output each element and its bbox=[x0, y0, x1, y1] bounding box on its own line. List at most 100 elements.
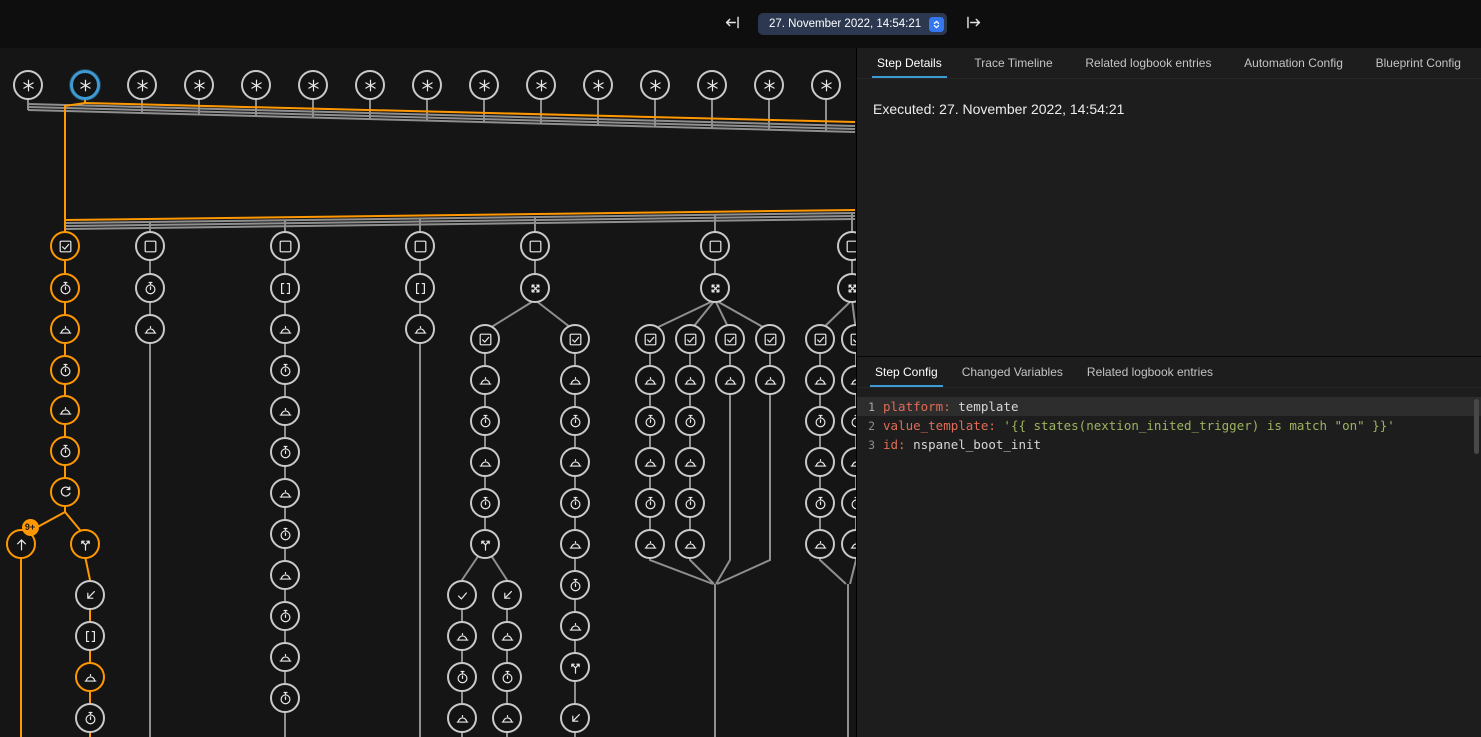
trace-node-service[interactable] bbox=[675, 365, 705, 395]
trace-node-service[interactable] bbox=[755, 365, 785, 395]
trace-node-square[interactable] bbox=[135, 231, 165, 261]
trace-node-check-square[interactable] bbox=[805, 324, 835, 354]
trace-node-asterisk[interactable] bbox=[526, 70, 556, 100]
trace-node-service[interactable] bbox=[560, 447, 590, 477]
trace-node-service[interactable] bbox=[635, 365, 665, 395]
trace-node-stopwatch[interactable] bbox=[805, 488, 835, 518]
trace-node-call-split[interactable] bbox=[560, 652, 590, 682]
trace-node-service[interactable] bbox=[270, 560, 300, 590]
trace-node-service[interactable] bbox=[635, 447, 665, 477]
trace-node-service[interactable] bbox=[447, 621, 477, 651]
trace-node-service[interactable] bbox=[447, 703, 477, 733]
tab-step-details[interactable]: Step Details bbox=[865, 48, 954, 78]
tab-changed-variables[interactable]: Changed Variables bbox=[950, 357, 1075, 387]
trace-node-check-square[interactable] bbox=[50, 231, 80, 261]
trace-node-check-square[interactable] bbox=[755, 324, 785, 354]
tab-related-logbook-entries[interactable]: Related logbook entries bbox=[1075, 357, 1225, 387]
trace-node-stopwatch[interactable] bbox=[560, 488, 590, 518]
tab-automation-config[interactable]: Automation Config bbox=[1232, 48, 1355, 78]
trace-node-call-split[interactable] bbox=[470, 529, 500, 559]
trace-node-service[interactable] bbox=[805, 365, 835, 395]
trace-node-asterisk[interactable] bbox=[13, 70, 43, 100]
trace-node-stopwatch[interactable] bbox=[675, 406, 705, 436]
trace-node-check-square[interactable] bbox=[675, 324, 705, 354]
trace-node-service[interactable] bbox=[270, 478, 300, 508]
trace-node-stopwatch[interactable] bbox=[560, 406, 590, 436]
trace-node-stopwatch[interactable] bbox=[635, 488, 665, 518]
trace-node-service[interactable] bbox=[470, 365, 500, 395]
trace-node-asterisk[interactable] bbox=[697, 70, 727, 100]
trace-node-service[interactable] bbox=[270, 314, 300, 344]
trace-node-service[interactable] bbox=[270, 642, 300, 672]
trace-node-stopwatch[interactable] bbox=[492, 662, 522, 692]
trace-node-asterisk[interactable] bbox=[184, 70, 214, 100]
trace-node-service[interactable] bbox=[805, 529, 835, 559]
trace-node-service[interactable] bbox=[270, 396, 300, 426]
trace-node-stopwatch[interactable] bbox=[270, 519, 300, 549]
trace-node-service[interactable] bbox=[492, 703, 522, 733]
trace-node-service[interactable] bbox=[635, 529, 665, 559]
trace-node-stopwatch[interactable] bbox=[50, 436, 80, 466]
trace-node-asterisk[interactable] bbox=[754, 70, 784, 100]
trace-node-service[interactable] bbox=[50, 314, 80, 344]
trace-node-square[interactable] bbox=[520, 231, 550, 261]
trace-node-asterisk[interactable] bbox=[640, 70, 670, 100]
trace-node-stopwatch[interactable] bbox=[135, 273, 165, 303]
trace-node-asterisk[interactable] bbox=[355, 70, 385, 100]
trace-node-service[interactable] bbox=[560, 611, 590, 641]
trace-node-asterisk[interactable] bbox=[298, 70, 328, 100]
trace-node-stopwatch[interactable] bbox=[560, 570, 590, 600]
trace-node-asterisk[interactable] bbox=[583, 70, 613, 100]
trace-node-brackets[interactable] bbox=[75, 621, 105, 651]
trace-node-arrow-bottom-left[interactable] bbox=[492, 580, 522, 610]
trace-node-service[interactable] bbox=[675, 529, 705, 559]
trace-node-service[interactable] bbox=[560, 529, 590, 559]
trace-node-stopwatch[interactable] bbox=[50, 355, 80, 385]
trace-node-check[interactable] bbox=[447, 580, 477, 610]
trace-node-stopwatch[interactable] bbox=[270, 355, 300, 385]
next-run-button[interactable] bbox=[961, 12, 985, 36]
trace-node-asterisk[interactable] bbox=[811, 70, 841, 100]
trace-node-stopwatch[interactable] bbox=[270, 683, 300, 713]
trace-node-service[interactable] bbox=[75, 662, 105, 692]
trace-node-asterisk[interactable] bbox=[127, 70, 157, 100]
trace-node-split4[interactable] bbox=[520, 273, 550, 303]
trace-node-asterisk[interactable] bbox=[241, 70, 271, 100]
trace-node-brackets[interactable] bbox=[270, 273, 300, 303]
trace-node-service[interactable] bbox=[405, 314, 435, 344]
trace-node-service[interactable] bbox=[50, 395, 80, 425]
trace-node-stopwatch[interactable] bbox=[50, 273, 80, 303]
trace-node-service[interactable] bbox=[135, 314, 165, 344]
trace-node-stopwatch[interactable] bbox=[75, 703, 105, 733]
trace-node-service[interactable] bbox=[560, 365, 590, 395]
trace-node-split4[interactable] bbox=[700, 273, 730, 303]
previous-run-button[interactable] bbox=[720, 12, 744, 36]
trace-node-stopwatch[interactable] bbox=[635, 406, 665, 436]
trace-node-brackets[interactable] bbox=[405, 273, 435, 303]
tab-blueprint-config[interactable]: Blueprint Config bbox=[1364, 48, 1473, 78]
trace-node-stopwatch[interactable] bbox=[447, 662, 477, 692]
trace-node-service[interactable] bbox=[715, 365, 745, 395]
trace-node-check-square[interactable] bbox=[635, 324, 665, 354]
tab-trace-timeline[interactable]: Trace Timeline bbox=[962, 48, 1064, 78]
trace-node-service[interactable] bbox=[805, 447, 835, 477]
tab-related-logbook-entries[interactable]: Related logbook entries bbox=[1073, 48, 1223, 78]
trace-node-service[interactable] bbox=[492, 621, 522, 651]
trace-node-asterisk[interactable] bbox=[469, 70, 499, 100]
trace-node-square[interactable] bbox=[270, 231, 300, 261]
trace-node-stopwatch[interactable] bbox=[470, 406, 500, 436]
trace-node-stopwatch[interactable] bbox=[805, 406, 835, 436]
trace-node-stopwatch[interactable] bbox=[675, 488, 705, 518]
trace-node-asterisk[interactable] bbox=[412, 70, 442, 100]
trace-node-service[interactable] bbox=[675, 447, 705, 477]
trace-node-arrow-bottom-left[interactable] bbox=[75, 580, 105, 610]
code-scrollbar[interactable] bbox=[1474, 399, 1479, 454]
trace-node-stopwatch[interactable] bbox=[270, 437, 300, 467]
trace-node-stopwatch[interactable] bbox=[470, 488, 500, 518]
trace-node-stopwatch[interactable] bbox=[270, 601, 300, 631]
trace-node-check-square[interactable] bbox=[715, 324, 745, 354]
trace-node-arrow-bottom-left[interactable] bbox=[560, 703, 590, 733]
trace-node-call-split[interactable] bbox=[70, 529, 100, 559]
trace-node-service[interactable] bbox=[470, 447, 500, 477]
tab-step-config[interactable]: Step Config bbox=[863, 357, 950, 387]
